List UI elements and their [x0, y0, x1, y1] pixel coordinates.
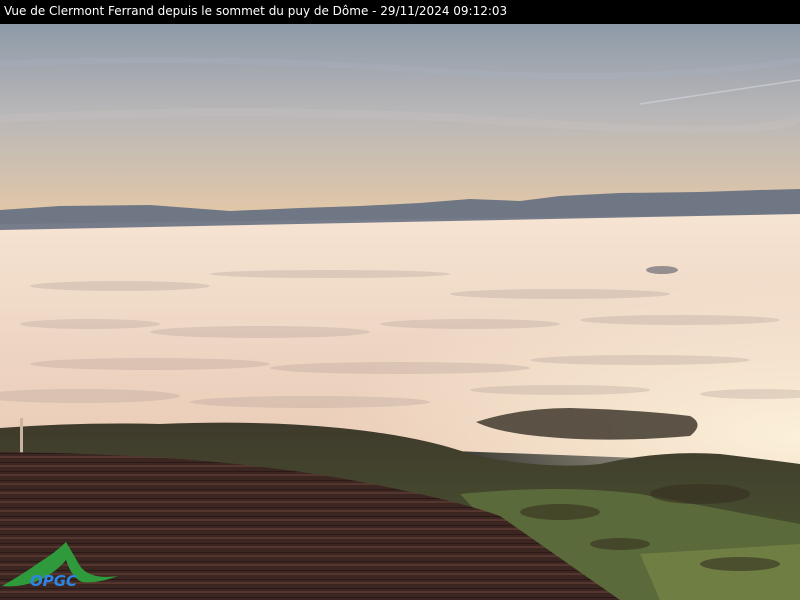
caption-bar: Vue de Clermont Ferrand depuis le sommet… — [0, 0, 800, 24]
webcam-image — [0, 24, 800, 600]
webcam-caption: Vue de Clermont Ferrand depuis le sommet… — [4, 4, 508, 18]
antenna-pole — [20, 418, 23, 458]
logo-text: OPGC — [30, 572, 78, 590]
